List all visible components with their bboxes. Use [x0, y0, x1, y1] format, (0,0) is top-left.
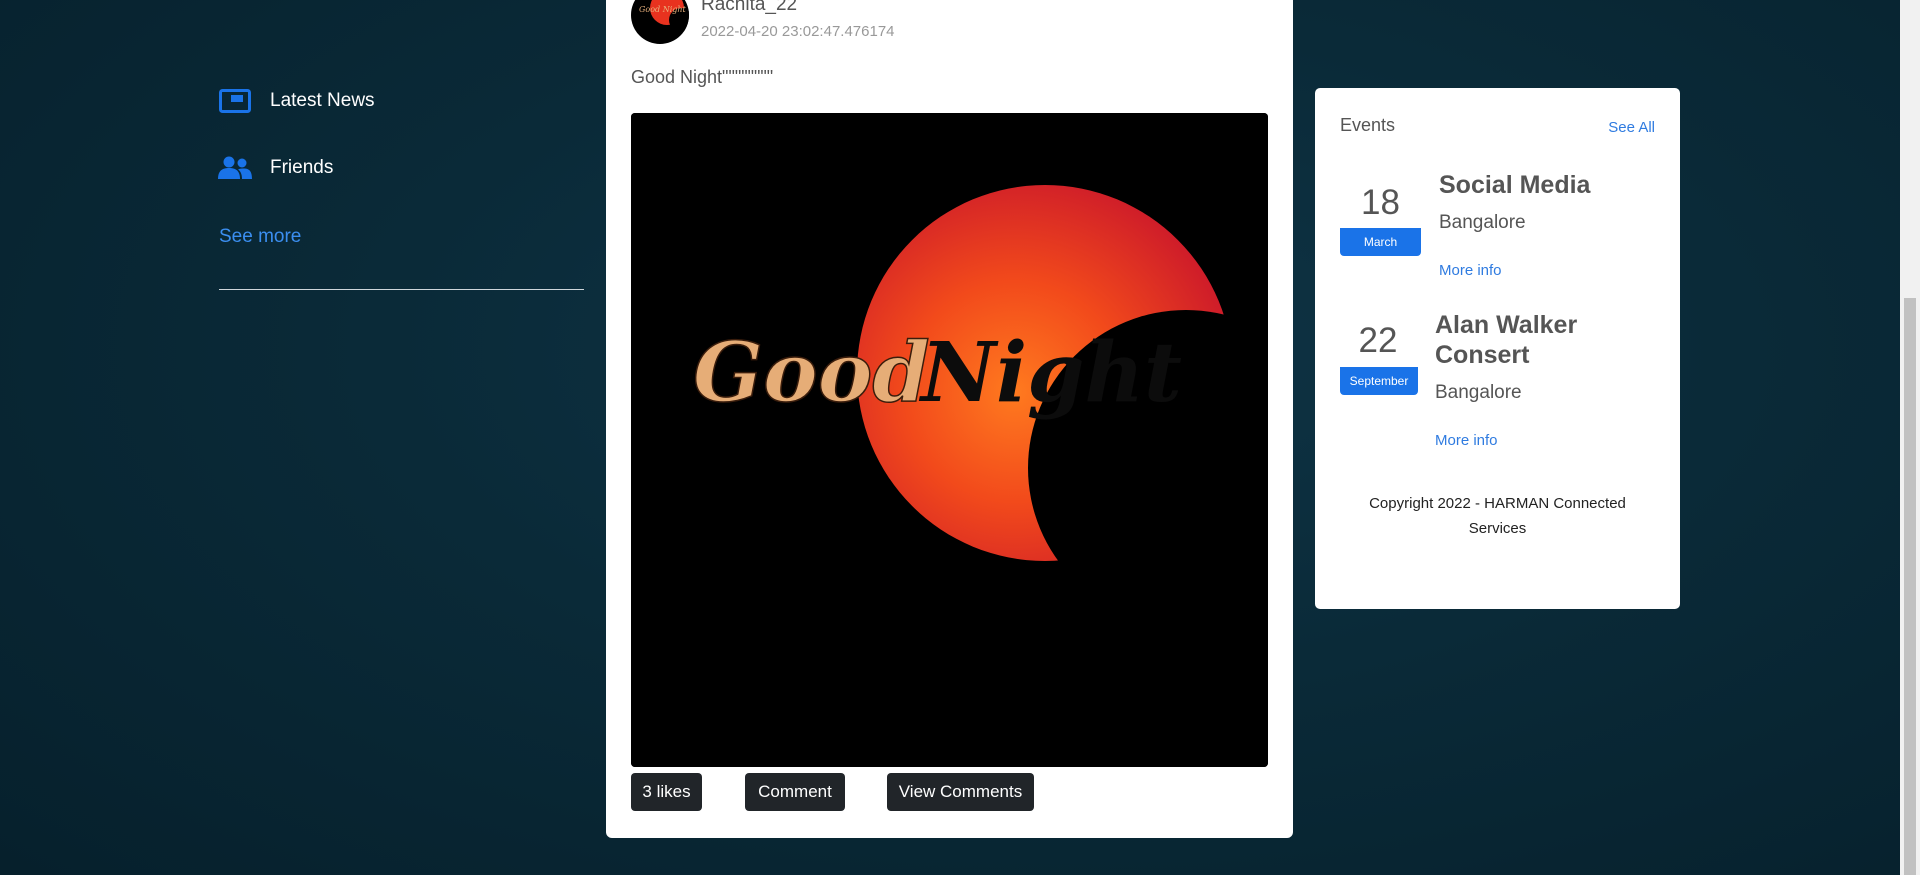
event-day: 18 — [1361, 183, 1400, 222]
sidebar-item-label: Friends — [270, 157, 334, 178]
avatar[interactable]: Good Night — [631, 0, 689, 44]
event-more-info-link[interactable]: More info — [1435, 432, 1498, 449]
latest-news-icon — [218, 88, 252, 114]
svg-text:Good: Good — [693, 325, 930, 421]
friends-icon — [218, 155, 252, 181]
copyright-text: Copyright 2022 - HARMAN Connected Servic… — [1369, 495, 1626, 537]
events-card: Events See All 18 March Social Media Ban… — [1315, 88, 1680, 609]
view-comments-button[interactable]: View Comments — [887, 773, 1034, 811]
post-image: Good Night — [631, 113, 1268, 767]
event-more-info-link[interactable]: More info — [1439, 262, 1502, 279]
event-place: Bangalore — [1435, 382, 1522, 403]
sidebar-divider — [219, 289, 584, 290]
event-month: March — [1340, 228, 1421, 256]
comment-button[interactable]: Comment — [745, 773, 845, 811]
post-card: Good Night Rachita_22 2022-04-20 23:02:4… — [606, 0, 1293, 838]
svg-text:Good Night: Good Night — [639, 5, 687, 14]
post-image-caption: Night — [918, 325, 1182, 421]
event-name[interactable]: Alan Walker Consert — [1435, 310, 1610, 370]
sidebar-item-latest-news[interactable]: Latest News — [218, 88, 375, 114]
sidebar-item-friends[interactable]: Friends — [218, 155, 333, 181]
post-timestamp: 2022-04-20 23:02:47.476174 — [701, 23, 895, 40]
see-more-link[interactable]: See more — [219, 226, 301, 248]
sidebar-item-label: Latest News — [270, 90, 375, 111]
event-name[interactable]: Social Media — [1439, 170, 1614, 200]
page-scrollbar[interactable] — [1900, 0, 1920, 875]
event-day: 22 — [1358, 321, 1398, 360]
post-author[interactable]: Rachita_22 — [701, 0, 797, 16]
event-place: Bangalore — [1439, 212, 1526, 233]
likes-button[interactable]: 3 likes — [631, 773, 702, 811]
post-text: Good Night"""""""" — [631, 67, 774, 87]
scrollbar-thumb[interactable] — [1904, 298, 1916, 875]
see-all-link[interactable]: See All — [1608, 119, 1655, 136]
events-title: Events — [1340, 115, 1396, 135]
event-month: September — [1340, 367, 1418, 395]
